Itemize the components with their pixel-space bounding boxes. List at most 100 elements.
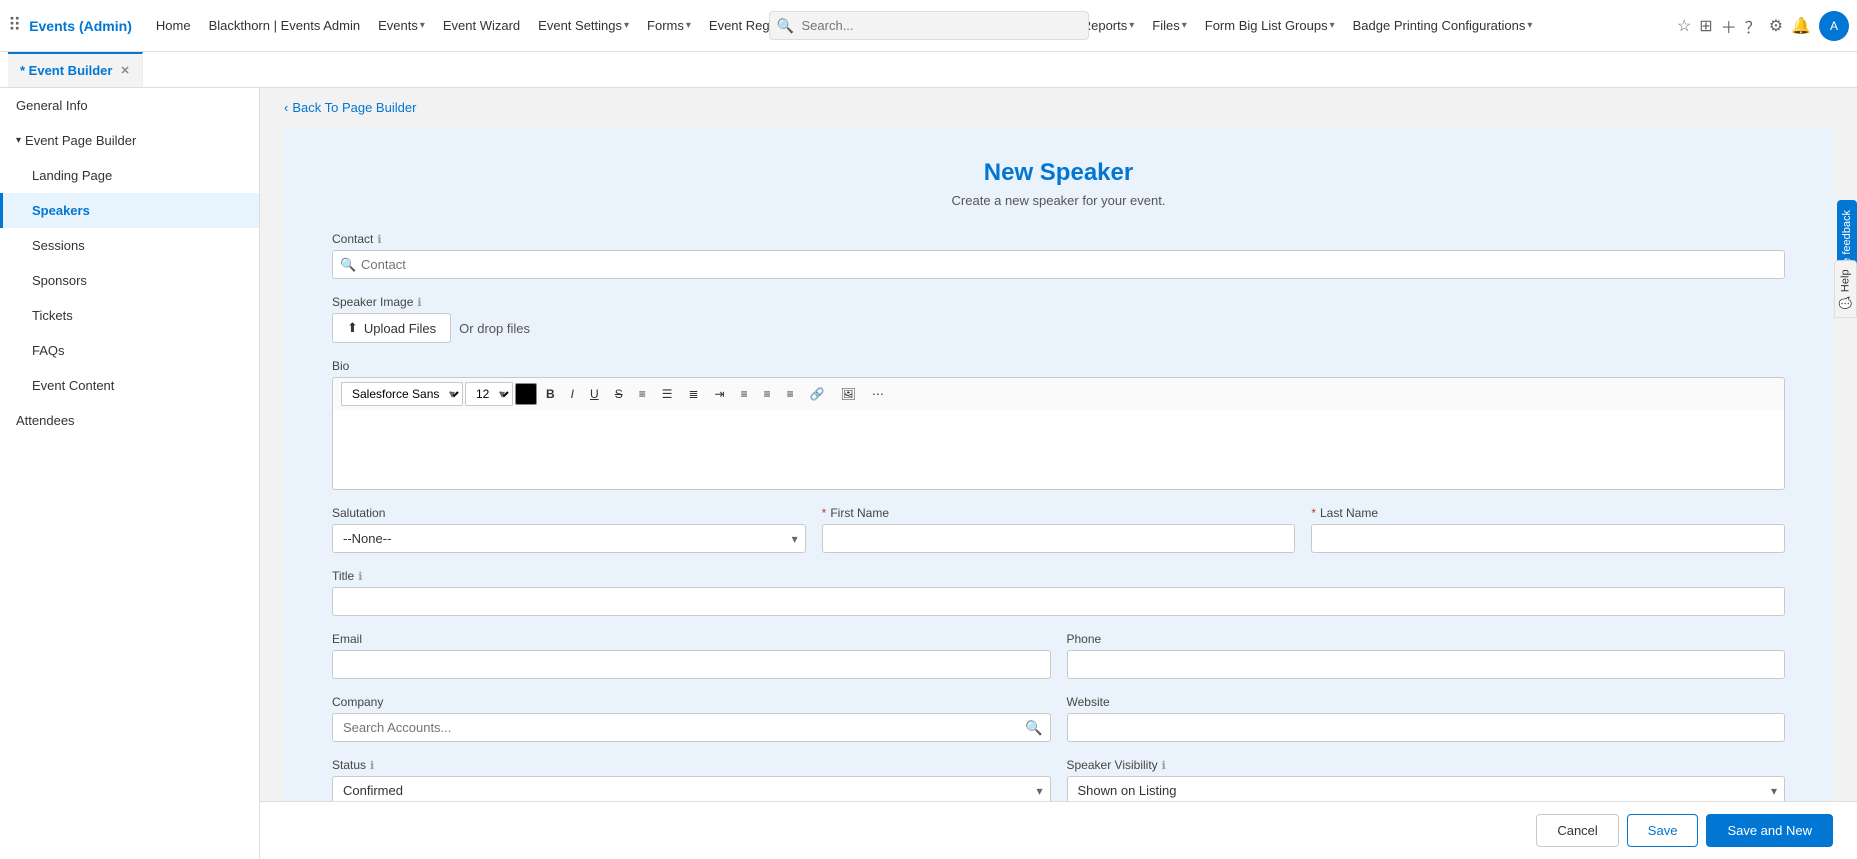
font-family-wrapper: Salesforce Sans (341, 382, 463, 406)
chevron-down-icon: ▾ (624, 20, 629, 31)
unordered-list-button[interactable]: ≣ (681, 383, 705, 405)
contact-input[interactable] (332, 250, 1785, 279)
back-link-bar: ‹ Back To Page Builder (260, 88, 1857, 127)
more-button[interactable]: ⋯ (865, 383, 891, 405)
contact-search-wrapper: 🔍 (332, 250, 1785, 279)
contact-info-icon[interactable]: ℹ (377, 233, 381, 246)
align-left-button[interactable]: ≡ (632, 383, 653, 405)
question-icon[interactable]: ？ (1745, 14, 1761, 38)
search-container: 🔍 (769, 11, 1089, 40)
email-input[interactable] (332, 650, 1051, 679)
bell-icon[interactable]: 🔔 (1791, 16, 1811, 36)
last-name-input[interactable] (1311, 524, 1785, 553)
avatar[interactable]: A (1819, 11, 1849, 41)
sidebar: General Info ▾ Event Page Builder Landing P… (0, 88, 260, 859)
plus-icon[interactable]: ＋ (1721, 14, 1737, 38)
first-name-input[interactable] (822, 524, 1296, 553)
visibility-info-icon[interactable]: ℹ (1162, 759, 1166, 772)
bio-text-area[interactable] (332, 410, 1785, 490)
bio-label: Bio (332, 359, 1785, 373)
font-size-select[interactable]: 12 (465, 382, 513, 406)
upload-icon: ⬆ (347, 320, 358, 336)
save-button[interactable]: Save (1627, 814, 1699, 847)
company-label: Company (332, 695, 1051, 709)
grid-icon[interactable]: ⊞ (1699, 16, 1712, 36)
chevron-down-icon: ▾ (420, 20, 425, 31)
top-nav-item-files[interactable]: Files▾ (1144, 0, 1194, 52)
speaker-image-info-icon[interactable]: ℹ (417, 296, 421, 309)
status-field: Status ℹ Confirmed Pending Rejected (332, 758, 1051, 805)
back-link[interactable]: ‹ Back To Page Builder (284, 100, 1833, 115)
sidebar-item-general-info[interactable]: General Info (0, 88, 259, 123)
cancel-button[interactable]: Cancel (1536, 814, 1618, 847)
top-nav-item-event-wizard[interactable]: Event Wizard (435, 0, 528, 52)
sidebar-item-speakers[interactable]: Speakers (0, 193, 259, 228)
top-nav-item-home[interactable]: Home (148, 0, 199, 52)
upload-files-button[interactable]: ⬆ Upload Files (332, 313, 451, 343)
chevron-down-icon: ▾ (686, 20, 691, 31)
search-input[interactable] (769, 11, 1089, 40)
title-info-icon[interactable]: ℹ (358, 570, 362, 583)
align-right-button[interactable]: ≡ (757, 383, 778, 405)
website-input[interactable] (1067, 713, 1786, 742)
top-nav-item-events[interactable]: Events▾ (370, 0, 433, 52)
tab-event-builder[interactable]: * Event Builder ✕ (8, 52, 143, 88)
top-nav-item-badge-printing-configurations[interactable]: Badge Printing Configurations▾ (1345, 0, 1541, 52)
app-grid-icon[interactable]: ⠿ (8, 15, 21, 36)
top-nav-item-forms[interactable]: Forms▾ (639, 0, 699, 52)
ordered-list-button[interactable]: ☰ (655, 383, 680, 405)
sidebar-item-sponsors[interactable]: Sponsors (0, 263, 259, 298)
chevron-down-icon: ▾ (1527, 20, 1532, 31)
save-and-new-button[interactable]: Save and New (1706, 814, 1833, 847)
main-layout: General Info ▾ Event Page Builder Landing P… (0, 88, 1857, 859)
star-icon[interactable]: ☆ (1677, 16, 1691, 36)
help-tab[interactable]: 💬 Help (1834, 260, 1857, 318)
contact-search-icon: 🔍 (340, 257, 356, 273)
close-icon[interactable]: ✕ (120, 64, 129, 77)
sidebar-item-label: Event Page Builder (25, 133, 136, 148)
italic-button[interactable]: I (564, 383, 581, 405)
sidebar-item-sessions[interactable]: Sessions (0, 228, 259, 263)
speaker-image-section: Speaker Image ℹ ⬆ Upload Files Or drop f… (332, 295, 1785, 343)
top-nav-item-form-big-list-groups[interactable]: Form Big List Groups▾ (1197, 0, 1343, 52)
form-title: New Speaker (332, 159, 1785, 187)
title-section: Title ℹ (332, 569, 1785, 616)
contact-section: Contact ℹ 🔍 (332, 232, 1785, 279)
gear-icon[interactable]: ⚙ (1769, 16, 1783, 36)
sidebar-item-faqs[interactable]: FAQs (0, 333, 259, 368)
align-center-button[interactable]: ≡ (734, 383, 755, 405)
top-nav-item-event-settings[interactable]: Event Settings▾ (530, 0, 637, 52)
company-search-wrapper: 🔍 (332, 713, 1051, 742)
link-button[interactable]: 🔗 (803, 383, 832, 405)
sidebar-item-attendees[interactable]: Attendees (0, 403, 259, 438)
sidebar-item-event-content[interactable]: Event Content (0, 368, 259, 403)
bold-button[interactable]: B (539, 383, 562, 405)
phone-field: Phone (1067, 632, 1786, 679)
company-search-icon[interactable]: 🔍 (1025, 719, 1042, 736)
underline-button[interactable]: U (583, 383, 606, 405)
sidebar-item-tickets[interactable]: Tickets (0, 298, 259, 333)
website-field: Website (1067, 695, 1786, 742)
phone-input[interactable] (1067, 650, 1786, 679)
image-button[interactable]: 🖼 (834, 383, 863, 405)
strikethrough-button[interactable]: S (608, 383, 630, 405)
company-input[interactable] (332, 713, 1051, 742)
form-subtitle: Create a new speaker for your event. (332, 193, 1785, 208)
justify-button[interactable]: ≡ (780, 383, 801, 405)
rich-toolbar: Salesforce Sans 12 B I U S ≡ ☰ ≣ (332, 377, 1785, 410)
drop-label: Or drop files (459, 321, 530, 336)
chevron-down-icon: ▾ (16, 135, 21, 146)
top-nav-item-blackthorn--events-admin[interactable]: Blackthorn | Events Admin (201, 0, 369, 52)
status-info-icon[interactable]: ℹ (370, 759, 374, 772)
salutation-select[interactable]: --None-- Mr. Ms. Mrs. Dr. (332, 524, 806, 553)
color-picker[interactable] (515, 383, 537, 405)
font-family-select[interactable]: Salesforce Sans (341, 382, 463, 406)
sidebar-group-event-page-builder[interactable]: ▾ Event Page Builder (0, 123, 259, 158)
salutation-wrapper: --None-- Mr. Ms. Mrs. Dr. (332, 524, 806, 553)
help-icon: 💬 (1839, 296, 1852, 309)
title-input[interactable] (332, 587, 1785, 616)
sidebar-item-landing-page[interactable]: Landing Page (0, 158, 259, 193)
website-label: Website (1067, 695, 1786, 709)
indent-button[interactable]: ⇥ (708, 383, 732, 405)
chevron-down-icon: ▾ (1330, 20, 1335, 31)
